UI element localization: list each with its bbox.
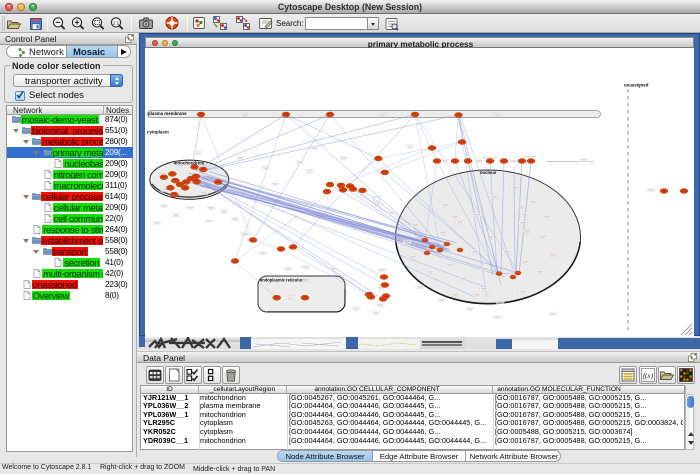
svg-text:endoplasmic reticulum: endoplasmic reticulum [260,278,305,283]
svg-text:unassigned: unassigned [624,83,649,88]
svg-text:cytoplasm: cytoplasm [147,130,169,135]
svg-text:nucleus: nucleus [480,170,497,175]
svg-text:plasma membrane: plasma membrane [148,111,187,116]
svg-text:f(x): f(x) [643,371,654,380]
